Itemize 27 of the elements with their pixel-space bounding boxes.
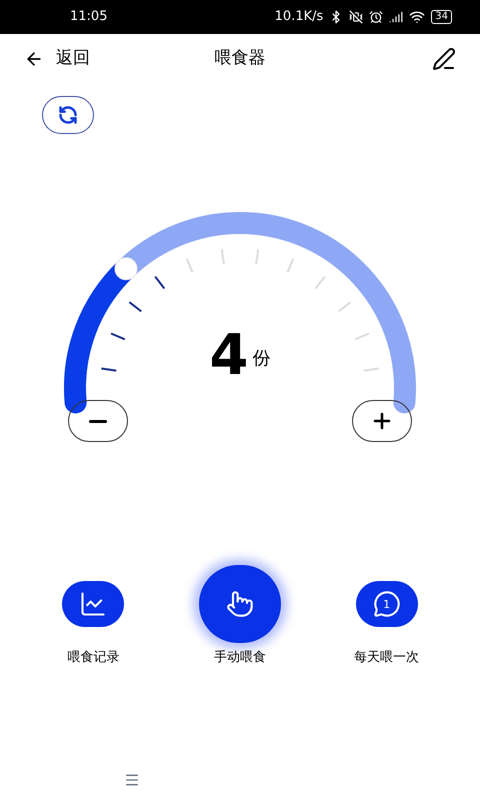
portion-value: 4 (210, 328, 248, 384)
menu-icon[interactable] (124, 772, 140, 788)
action-button[interactable]: 1 (356, 581, 418, 627)
clock-time: 11:05 (70, 8, 108, 26)
vibrate-off-icon (349, 10, 364, 24)
back-button[interactable]: 返回 (24, 46, 90, 72)
battery-indicator: 34 (431, 10, 452, 24)
pointing-hand-icon (226, 590, 254, 618)
action-button[interactable] (198, 565, 281, 643)
switch-button[interactable] (42, 96, 94, 134)
action-label: 每天喂一次 (354, 649, 420, 667)
portion-unit: 份 (252, 347, 270, 371)
signal-icon (389, 10, 404, 24)
action-label: 喂食记录 (67, 649, 120, 667)
speech-bubble-icon: 1 (372, 590, 401, 618)
action-label: 手动喂食 (214, 649, 266, 667)
edit-icon[interactable] (432, 47, 456, 71)
wifi-icon (409, 9, 426, 25)
page-title: 喂食器 (214, 47, 266, 70)
increase-button[interactable] (352, 400, 412, 442)
alarm-icon (369, 10, 384, 24)
minus-icon (89, 420, 107, 422)
action-button[interactable] (62, 581, 124, 627)
line-chart-icon (79, 590, 108, 618)
swap-arrows-icon (58, 105, 78, 125)
network-speed: 10.1K/s (274, 8, 324, 26)
decrease-button[interactable] (68, 400, 128, 442)
